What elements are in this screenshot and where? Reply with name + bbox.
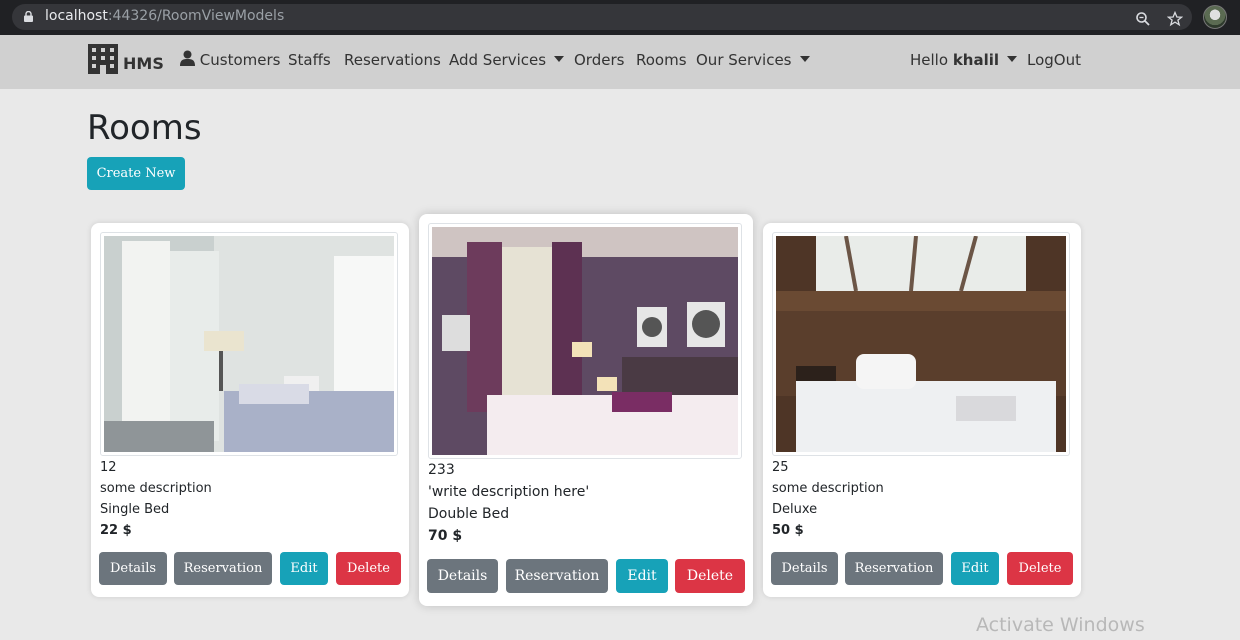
greeting-text: Hello: [910, 51, 949, 69]
brand-link[interactable]: HMS: [87, 44, 164, 74]
delete-button[interactable]: Delete: [675, 559, 745, 593]
user-menu-dropdown[interactable]: Hello khalil: [910, 51, 1018, 69]
room-type: Single Bed: [100, 502, 170, 517]
create-new-button[interactable]: Create New: [87, 157, 185, 190]
nav-customers[interactable]: Customers: [180, 50, 280, 69]
nav-orders[interactable]: Orders: [574, 51, 624, 69]
room-type: Deluxe: [772, 502, 818, 517]
address-bar[interactable]: localhost:44326/RoomViewModels: [12, 4, 1192, 30]
nav-customers-label: Customers: [199, 51, 281, 69]
delete-button[interactable]: Delete: [1007, 552, 1073, 585]
logout-link[interactable]: LogOut: [1027, 51, 1081, 69]
details-button[interactable]: Details: [99, 552, 167, 585]
details-button[interactable]: Details: [771, 552, 838, 585]
browser-toolbar: localhost:44326/RoomViewModels: [0, 0, 1240, 35]
username-text: khalil: [952, 51, 1000, 69]
brand-text: HMS: [123, 54, 164, 73]
activate-windows-watermark: Activate Windows: [976, 614, 1145, 636]
nav-our-services-dropdown[interactable]: Our Services: [696, 51, 810, 69]
nav-our-services-label: Our Services: [696, 51, 792, 69]
room-description: some description: [772, 481, 884, 496]
edit-button[interactable]: Edit: [616, 559, 668, 593]
chevron-down-icon: [799, 56, 810, 62]
room-description: some description: [100, 481, 212, 496]
room-type: Double Bed: [428, 506, 510, 522]
room-photo-single-bed: [104, 236, 394, 452]
room-description: 'write description here': [428, 484, 590, 500]
room-number: 233: [428, 462, 455, 478]
chevron-down-icon: [554, 56, 565, 62]
room-photo-deluxe: [776, 236, 1066, 452]
delete-button[interactable]: Delete: [336, 552, 401, 585]
room-number: 25: [772, 460, 789, 475]
room-card: 233 'write description here' Double Bed …: [419, 214, 753, 606]
nav-add-services-dropdown[interactable]: Add Services: [449, 51, 565, 69]
room-number: 12: [100, 460, 117, 475]
url-text: localhost:44326/RoomViewModels: [45, 8, 284, 24]
url-host: localhost: [45, 8, 108, 24]
room-image: [100, 232, 398, 456]
room-price: 22 $: [100, 523, 132, 538]
room-image: [772, 232, 1070, 456]
url-path: :44326/RoomViewModels: [107, 8, 285, 24]
room-price: 70 $: [428, 528, 463, 544]
edit-button[interactable]: Edit: [280, 552, 328, 585]
reservation-button[interactable]: Reservation: [506, 559, 608, 593]
room-card: 12 some description Single Bed 22 $ Deta…: [91, 223, 409, 597]
edit-button[interactable]: Edit: [951, 552, 999, 585]
user-icon: [180, 50, 195, 66]
hotel-building-icon: [88, 44, 118, 74]
navbar: HMS Customers Staffs Reservations Add Se…: [0, 35, 1240, 89]
nav-add-services-label: Add Services: [449, 51, 547, 69]
chevron-down-icon: [1007, 56, 1018, 62]
bookmark-star-icon[interactable]: [1167, 11, 1183, 27]
lock-icon: [24, 11, 33, 22]
page-title: Rooms: [87, 108, 202, 148]
room-price: 50 $: [772, 523, 804, 538]
room-card: 25 some description Deluxe 50 $ Details …: [763, 223, 1081, 597]
profile-avatar[interactable]: [1203, 5, 1227, 29]
nav-reservations[interactable]: Reservations: [344, 51, 441, 69]
reservation-button[interactable]: Reservation: [845, 552, 943, 585]
nav-rooms[interactable]: Rooms: [636, 51, 687, 69]
zoom-icon[interactable]: [1135, 11, 1151, 27]
room-photo-double-bed: [432, 227, 738, 455]
room-image: [428, 223, 742, 459]
details-button[interactable]: Details: [427, 559, 498, 593]
nav-staffs[interactable]: Staffs: [288, 51, 331, 69]
reservation-button[interactable]: Reservation: [174, 552, 272, 585]
